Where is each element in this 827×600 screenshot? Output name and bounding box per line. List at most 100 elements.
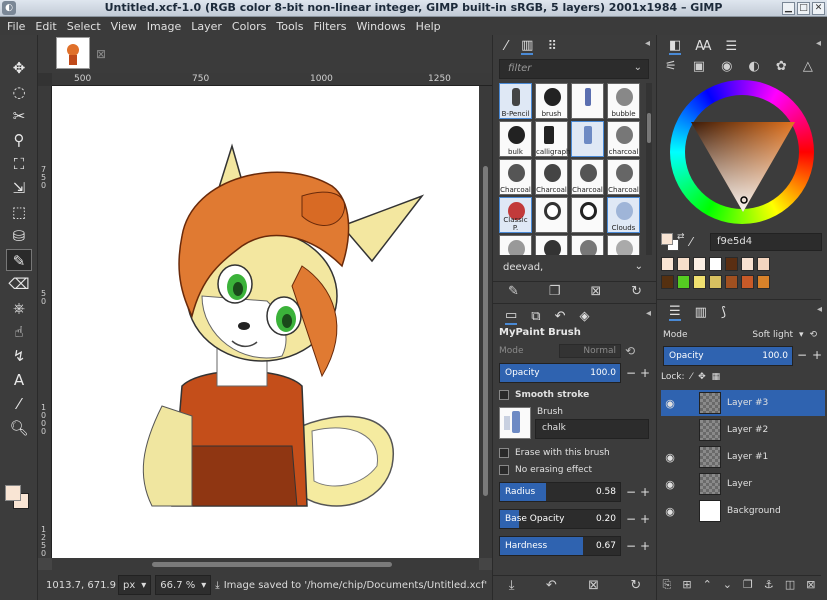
color-picker-icon[interactable]: ⁄: [6, 393, 32, 415]
palette-selector-icon[interactable]: ✿: [776, 59, 787, 74]
brush-preview[interactable]: [499, 407, 531, 439]
image-canvas[interactable]: [52, 86, 479, 558]
delete-layer-icon[interactable]: ⊠: [806, 578, 815, 592]
text-tool-icon[interactable]: A: [6, 369, 32, 391]
color-history-swatch[interactable]: [741, 257, 754, 271]
paths-tool-icon[interactable]: ↯: [6, 345, 32, 367]
duplicate-brush-icon[interactable]: ❐: [549, 284, 561, 299]
layers-tab-icon[interactable]: ☰: [669, 304, 681, 321]
vertical-scrollbar[interactable]: [479, 86, 492, 558]
brush-item[interactable]: [571, 235, 604, 255]
anchor-layer-icon[interactable]: ⚓︎: [764, 578, 774, 592]
brush-item[interactable]: calligraphy: [535, 121, 575, 157]
checkbox-box[interactable]: [499, 448, 509, 458]
brush-item[interactable]: Classic P.: [499, 197, 532, 233]
no-erasing-checkbox[interactable]: No erasing effect: [499, 465, 592, 475]
color-picker-icon[interactable]: ⁄: [690, 235, 692, 249]
chevron-down-icon[interactable]: ⌄: [635, 261, 643, 272]
patterns-tab-icon[interactable]: ⠿: [547, 39, 557, 54]
close-button[interactable]: ✕: [812, 2, 825, 15]
paths-tab-icon[interactable]: ⟆: [721, 305, 726, 320]
menu-filters[interactable]: Filters: [308, 20, 351, 33]
foreground-color-swatch[interactable]: [661, 233, 673, 245]
color-history-swatch[interactable]: [709, 275, 722, 289]
brush-filter-input[interactable]: filter ⌄: [499, 59, 649, 79]
lock-alpha-icon[interactable]: ▦: [712, 372, 721, 382]
reset-options-icon[interactable]: ↻: [630, 578, 641, 593]
lock-pixels-icon[interactable]: ⁄: [691, 372, 693, 382]
scales-selector-icon[interactable]: ⚟: [665, 59, 677, 74]
cmyk-selector-icon[interactable]: ▣: [693, 59, 705, 74]
menu-help[interactable]: Help: [411, 20, 446, 33]
foreground-color-swatch[interactable]: [5, 485, 21, 501]
tool-options-tab-icon[interactable]: ▭: [505, 308, 518, 325]
lock-position-icon[interactable]: ✥: [698, 372, 706, 382]
menu-select[interactable]: Select: [62, 20, 106, 33]
menu-file[interactable]: File: [2, 20, 30, 33]
dock-menu-icon[interactable]: ◂: [817, 304, 822, 315]
brush-item[interactable]: Charcoal: [499, 159, 532, 195]
decrease-icon[interactable]: −: [626, 512, 636, 526]
triangle-selector-icon[interactable]: △: [803, 59, 813, 74]
color-history-swatch[interactable]: [693, 275, 706, 289]
layer-row[interactable]: ◉ Layer #3: [661, 390, 825, 416]
fonts-tab-icon[interactable]: Ꜳ: [695, 39, 711, 54]
decrease-icon[interactable]: −: [626, 366, 636, 380]
move-tool-icon[interactable]: ✥: [6, 57, 32, 79]
brush-item[interactable]: charcoal: [607, 121, 640, 157]
brush-item[interactable]: Charcoal: [607, 159, 640, 195]
scroll-thumb[interactable]: [152, 562, 392, 567]
raise-layer-icon[interactable]: ⌃: [703, 578, 712, 592]
radius-slider[interactable]: Radius 0.58: [499, 482, 621, 502]
brush-tag-select[interactable]: deevad, ⌄: [499, 259, 649, 279]
crop-tool-icon[interactable]: ⛶: [6, 153, 32, 175]
menu-colors[interactable]: Colors: [227, 20, 271, 33]
mask-layer-icon[interactable]: ◫: [785, 578, 795, 592]
color-history-swatch[interactable]: [661, 257, 674, 271]
checkbox-box[interactable]: [499, 390, 509, 400]
mode-select[interactable]: Normal: [559, 344, 621, 358]
menu-layer[interactable]: Layer: [186, 20, 227, 33]
fg-bg-colors-tab-icon[interactable]: ◧: [669, 38, 682, 55]
scroll-thumb[interactable]: [483, 166, 488, 496]
gradients-tab-icon[interactable]: ☰: [726, 39, 738, 54]
menu-image[interactable]: Image: [142, 20, 186, 33]
increase-icon[interactable]: +: [812, 348, 822, 362]
layer-row[interactable]: ◉ Layer: [661, 471, 825, 497]
save-options-icon[interactable]: ⤓: [509, 578, 515, 593]
wheel-selector-icon[interactable]: ◐: [749, 59, 760, 74]
brush-item[interactable]: [571, 197, 604, 233]
eraser-icon[interactable]: ⌫: [6, 273, 32, 295]
scroll-thumb[interactable]: [647, 113, 651, 143]
brush-item[interactable]: brush: [535, 83, 568, 119]
visibility-eye-icon[interactable]: ◉: [661, 505, 679, 518]
lower-layer-icon[interactable]: ⌄: [723, 578, 732, 592]
swap-colors-icon[interactable]: ⇄: [677, 232, 685, 242]
minimize-button[interactable]: ▁: [782, 2, 795, 15]
new-layer-icon[interactable]: ⎘: [663, 578, 672, 592]
checkbox-box[interactable]: [499, 465, 509, 475]
chevron-down-icon[interactable]: ▾: [799, 330, 804, 340]
mode-reset-icon[interactable]: ⟲: [625, 344, 635, 358]
refresh-brushes-icon[interactable]: ↻: [631, 284, 642, 299]
device-status-tab-icon[interactable]: ⧉: [531, 309, 540, 324]
erase-checkbox[interactable]: Erase with this brush: [499, 448, 610, 458]
delete-options-icon[interactable]: ⊠: [588, 578, 599, 593]
dock-menu-icon[interactable]: ◂: [646, 308, 651, 319]
horizontal-scrollbar[interactable]: [52, 558, 479, 570]
brush-item[interactable]: Charcoal: [535, 159, 568, 195]
color-history-swatch[interactable]: [757, 257, 770, 271]
color-history-swatch[interactable]: [677, 257, 690, 271]
decrease-icon[interactable]: −: [797, 348, 807, 362]
brushes-tab-icon[interactable]: ⁄: [505, 39, 507, 54]
brush-item[interactable]: bubble: [607, 83, 640, 119]
increase-icon[interactable]: +: [640, 366, 650, 380]
menu-tools[interactable]: Tools: [271, 20, 308, 33]
restore-options-icon[interactable]: ↶: [546, 578, 557, 593]
images-tab-icon[interactable]: ◈: [580, 309, 590, 324]
fuzzy-select-icon[interactable]: ⚲: [6, 129, 32, 151]
layer-row[interactable]: ◉ Background: [661, 498, 825, 524]
increase-icon[interactable]: +: [640, 539, 650, 553]
layer-row[interactable]: Layer #2: [661, 417, 825, 443]
warp-tool-icon[interactable]: ⬚: [6, 201, 32, 223]
